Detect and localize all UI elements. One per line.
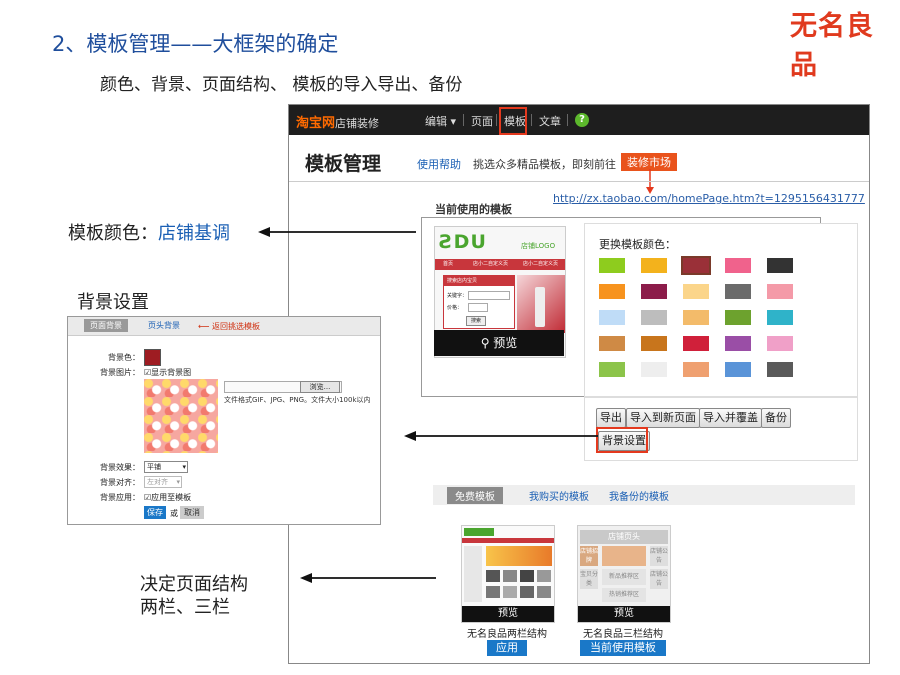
slide-subtitle: 颜色、背景、页面结构、 模板的导入导出、备份 [100,75,463,95]
annotation-template-color: 模板颜色：店铺基调 [68,223,230,244]
annotation-background: 背景设置 [77,292,149,313]
file-format-note: 文件格式GIF、JPG、PNG。文件大小100k以内 [224,396,371,404]
bg-color-picker[interactable] [144,349,161,366]
nav-articles[interactable]: 文章 [539,113,561,129]
color-swatch[interactable] [641,284,667,299]
color-swatch[interactable] [683,284,709,299]
back-to-templates-link[interactable]: ⟵ 返回挑选模板 [198,321,260,332]
market-url-link[interactable]: http://zx.taobao.com/homePage.htm?t=1295… [553,192,865,205]
arrow-left-icon [404,431,598,441]
browse-button[interactable]: 浏览... [300,381,340,393]
color-swatch[interactable] [641,310,667,325]
bg-image-label: 背景图片： [100,368,140,377]
color-swatch[interactable] [599,258,625,273]
preview-icon: ⚲ [480,336,494,350]
color-swatch[interactable] [641,362,667,377]
bg-apply-label: 背景应用： [100,493,140,502]
color-swatch[interactable] [767,258,793,273]
cancel-button[interactable]: 取消 [180,506,204,519]
slide-title: 2、模板管理——大框架的确定 [52,32,339,56]
bg-effect-label: 背景效果： [100,463,140,472]
bg-image-preview [144,379,218,453]
tab-backup-templates[interactable]: 我备份的模板 [609,488,669,503]
color-swatch[interactable] [599,362,625,377]
brand-logo: 无名良品 [790,11,874,81]
color-swatch[interactable] [725,362,751,377]
template-preview-button[interactable]: ⚲ 预览 [434,330,564,356]
current-template-title: 当前使用的模板 [435,203,512,216]
color-swatch[interactable] [683,362,709,377]
import-overwrite-button[interactable]: 导入并覆盖 [699,408,762,428]
color-swatch[interactable] [641,336,667,351]
apply-button[interactable]: 应用 [487,640,527,656]
or-text: 或 [170,509,178,518]
bg-align-select[interactable]: 左对齐 ▾ [144,476,182,488]
bg-color-label: 背景色： [108,353,140,362]
current-template-badge: 当前使用模板 [580,640,666,656]
thumb-nav: 首页 店小二自定义页 店小二自定义页 [435,259,565,270]
color-panel-title: 更换模板颜色： [599,238,676,251]
page-title: 模板管理 [305,153,382,175]
import-new-page-button[interactable]: 导入到新页面 [626,408,700,428]
header-divider [289,181,869,182]
color-swatch[interactable] [725,336,751,351]
tab-free-templates[interactable]: 免费模板 [447,487,503,504]
arrow-left-icon [258,227,416,237]
top-navigation-bar: 淘宝网店铺装修 编辑 ▾ 页面 模板 文章 ? [289,105,869,135]
backup-button[interactable]: 备份 [761,408,791,428]
help-icon[interactable]: ? [575,113,589,127]
bg-effect-select[interactable]: 平铺 ▾ [144,461,188,473]
color-swatch[interactable] [767,310,793,325]
color-swatch[interactable] [599,284,625,299]
template-actions-panel: 导出 导入到新页面 导入并覆盖 备份 背景设置 [584,397,858,461]
three-column-thumbnail[interactable]: 店铺页头 店铺招牌 店铺公告 宝贝分类 新品推荐区 店铺公告 热销推荐区 预览 [577,525,671,623]
two-column-thumbnail[interactable]: 预览 [461,525,555,623]
color-swatch[interactable] [725,310,751,325]
nav-edit[interactable]: 编辑 ▾ [425,113,456,129]
color-swatch[interactable] [725,258,751,273]
bg-align-label: 背景对齐： [100,478,140,487]
export-button[interactable]: 导出 [596,408,626,428]
color-swatch[interactable] [599,310,625,325]
color-swatch[interactable] [767,284,793,299]
color-swatch[interactable] [681,256,711,275]
three-column-name: 无名良品三栏结构 [583,629,663,640]
show-bg-image-checkbox[interactable]: ☑显示背景图 [144,367,191,378]
taobao-logo[interactable]: 淘宝网店铺装修 [296,112,379,131]
annotation-layout-line2: 两栏、三栏 [140,597,230,618]
save-button[interactable]: 保存 [144,506,166,519]
chevron-down-icon: ▾ [182,463,186,471]
two-column-name: 无名良品两栏结构 [467,629,547,640]
color-swatch[interactable] [599,336,625,351]
thumb-search-box: 搜索店内宝贝 关键字： 价格： 搜索 [443,275,515,329]
highlight-box-background [596,427,648,453]
tab-page-background[interactable]: 页面背景 [84,319,128,332]
color-swatch[interactable] [683,310,709,325]
apply-to-template-checkbox[interactable]: ☑应用至模板 [144,492,191,503]
tab-header-background[interactable]: 页头背景 [148,320,180,331]
color-swatch[interactable] [767,336,793,351]
market-tip: 挑选众多精品模板，即刻前往 [473,158,616,171]
thumb-logo: ƧDU [439,231,487,253]
tab-purchased-templates[interactable]: 我购买的模板 [529,488,589,503]
bg-tabs: 页面背景 页头背景 ⟵ 返回挑选模板 [68,317,380,336]
color-swatch[interactable] [641,258,667,273]
color-swatch[interactable] [725,284,751,299]
color-panel: 更换模板颜色： [584,223,858,397]
highlight-box-templates [499,107,527,135]
help-link[interactable]: 使用帮助 [417,156,461,172]
two-column-preview-button[interactable]: 预览 [462,606,554,622]
color-swatch[interactable] [683,336,709,351]
background-settings-panel: 页面背景 页头背景 ⟵ 返回挑选模板 背景色： 背景图片： ☑显示背景图 浏览.… [67,316,381,525]
template-tabs: 免费模板 我购买的模板 我备份的模板 [433,485,855,505]
three-column-preview-button[interactable]: 预览 [578,606,670,622]
color-swatch[interactable] [767,362,793,377]
arrow-left-icon [300,573,436,583]
chevron-down-icon: ▾ [176,478,180,486]
nav-pages[interactable]: 页面 [471,113,493,129]
arrow-left-icon: ⟵ [198,322,213,331]
